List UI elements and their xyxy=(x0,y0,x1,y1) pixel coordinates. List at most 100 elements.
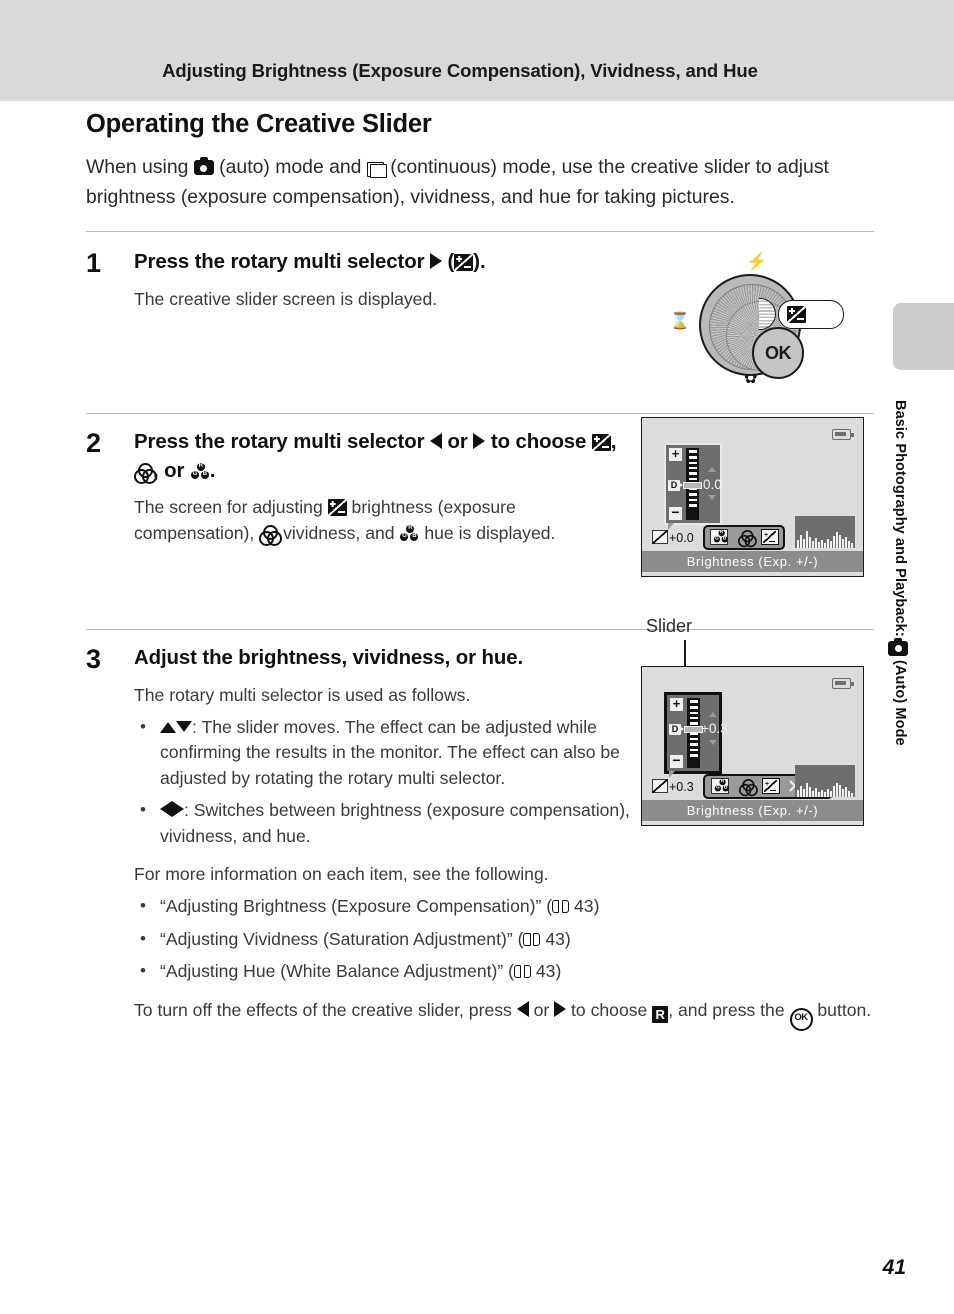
slider-minus-label: − xyxy=(669,505,682,520)
turn-off-text-4: , and press the xyxy=(668,999,790,1020)
exposure-compensation-icon xyxy=(327,499,347,516)
step-2-number: 2 xyxy=(86,428,102,458)
slider-ticks xyxy=(689,700,698,766)
step-2-heading-text-2: or xyxy=(441,431,474,453)
vividness-icon xyxy=(134,462,157,484)
slider-track xyxy=(687,698,700,768)
camera-auto-icon xyxy=(888,637,908,656)
slider-minus-label: − xyxy=(670,753,683,768)
intro-text-1: When using xyxy=(86,156,194,178)
hue-glyph: RGB xyxy=(713,530,728,543)
step-1-body: Press the rotary multi selector (). The … xyxy=(134,248,634,312)
slider-down-arrow-icon xyxy=(708,495,716,500)
turn-off-text-3: to choose xyxy=(566,999,653,1020)
step-3-heading: Adjust the brightness, vividness, or hue… xyxy=(134,647,524,669)
step-1-number: 1 xyxy=(86,248,102,278)
step-1-heading-text-1: Press the rotary multi selector xyxy=(134,251,430,273)
slider-plus-label: + xyxy=(670,697,683,711)
creative-slider-widget[interactable]: + − D +0.3 xyxy=(664,692,728,778)
step-3-description: The rotary multi selector is used as fol… xyxy=(134,684,471,705)
page-number: 41 xyxy=(882,1256,906,1279)
turn-off-text-2: or xyxy=(528,999,555,1020)
chapter-label-before: Basic Photography and Playback: xyxy=(892,400,908,641)
hue-icon: RGB xyxy=(400,525,419,541)
creative-slider-screen-step3: + − D +0.3 +0.3 RGB + R Brightness xyxy=(641,666,864,826)
exposure-compensation-icon xyxy=(591,434,611,451)
step-2-heading: Press the rotary multi selector or to ch… xyxy=(134,428,634,485)
hue-icon[interactable]: RGB xyxy=(709,529,728,546)
step-1-heading-text-3: ). xyxy=(473,251,486,273)
flash-icon: ⚡ xyxy=(746,252,768,271)
turn-off-text-5: button. xyxy=(812,999,872,1020)
step-1-description: The creative slider screen is displayed. xyxy=(134,288,438,309)
turn-off-text-1: To turn off the effects of the creative … xyxy=(134,999,517,1020)
ev-readout-value: +0.0 xyxy=(669,531,694,545)
reference-text: “Adjusting Hue (White Balance Adjustment… xyxy=(160,961,514,981)
lcd-caption: Brightness (Exp. +/-) xyxy=(642,800,863,821)
step-2-heading-text-4: , xyxy=(610,431,617,453)
book-icon xyxy=(513,965,531,979)
triangle-left-icon xyxy=(160,801,172,817)
vividness-icon xyxy=(259,525,283,546)
triangle-right-icon xyxy=(429,253,442,269)
vividness-icon[interactable] xyxy=(736,778,759,796)
exposure-compensation-icon-selected[interactable]: + xyxy=(761,778,780,795)
reference-item: “Adjusting Brightness (Exposure Compensa… xyxy=(134,893,634,920)
ev-readout-value: +0.3 xyxy=(669,780,694,794)
vividness-glyph xyxy=(739,778,759,796)
chapter-label-after: (Auto) Mode xyxy=(892,655,908,746)
camera-auto-icon xyxy=(193,157,214,175)
reference-close: ) xyxy=(564,928,571,949)
step-3-bullet-leftright-text: : Switches between brightness (exposure … xyxy=(160,800,630,846)
step-3-bullet-leftright: : Switches between brightness (exposure … xyxy=(134,797,634,849)
histogram xyxy=(795,765,855,797)
step-3-bullet-updown-text: : The slider moves. The effect can be ad… xyxy=(160,716,620,788)
triangle-right-icon xyxy=(172,801,184,817)
slider-thumb[interactable] xyxy=(683,482,702,489)
step-3-body: Adjust the brightness, vividness, or hue… xyxy=(134,644,871,1031)
creative-slider-widget[interactable]: + − D 0.0 xyxy=(664,443,722,530)
ok-button[interactable]: OK xyxy=(752,327,804,379)
book-icon xyxy=(523,932,541,947)
slider-up-arrow-icon xyxy=(709,712,717,717)
exposure-compensation-callout xyxy=(778,300,844,329)
battery-icon xyxy=(832,429,854,440)
continuous-shooting-icon xyxy=(366,160,387,178)
exposure-compensation-icon-selected[interactable]: + xyxy=(760,529,779,546)
exposure-compensation-icon xyxy=(787,306,806,323)
ev-readout: +0.0 xyxy=(652,530,694,545)
vividness-icon[interactable] xyxy=(735,529,758,547)
slider-down-arrow-icon xyxy=(709,740,717,745)
turn-off-paragraph: To turn off the effects of the creative … xyxy=(134,997,879,1031)
step-2-body: Press the rotary multi selector or to ch… xyxy=(134,428,634,546)
lcd-selected-group[interactable]: RGB + xyxy=(703,525,786,550)
slider-value: +0.3 xyxy=(701,721,728,736)
reset-r-icon: R xyxy=(652,1005,669,1023)
chapter-tab xyxy=(893,303,954,370)
ev-minus xyxy=(769,540,776,543)
book-icon xyxy=(552,900,570,914)
section-title: Operating the Creative Slider xyxy=(86,110,432,138)
ev-plus: + xyxy=(764,531,769,539)
slider-value: 0.0 xyxy=(703,477,722,492)
slider-callout-label: Slider xyxy=(646,616,693,636)
hue-icon: RGB xyxy=(190,462,209,479)
triangle-right-icon xyxy=(473,433,486,449)
step-2-heading-text-3: to choose xyxy=(485,431,592,453)
running-header-title: Adjusting Brightness (Exposure Compensat… xyxy=(162,60,758,81)
step-2-desc-text-3: vividness, and xyxy=(278,523,400,543)
creative-slider-screen-step2: + − D 0.0 +0.0 RGB + R B xyxy=(641,417,864,577)
hue-glyph: RGB xyxy=(714,779,729,792)
exposure-compensation-icon xyxy=(652,530,668,544)
exposure-compensation-icon xyxy=(652,779,668,793)
battery-icon xyxy=(832,678,854,689)
reference-text: “Adjusting Vividness (Saturation Adjustm… xyxy=(160,928,524,949)
reference-list: “Adjusting Brightness (Exposure Compensa… xyxy=(134,893,634,985)
page-header-band xyxy=(0,0,954,101)
step-2-description: The screen for adjusting brightness (exp… xyxy=(134,494,634,546)
reference-close: ) xyxy=(555,961,562,981)
more-info-line: For more information on each item, see t… xyxy=(134,864,549,884)
step-2-heading-text-5: , or xyxy=(153,459,190,482)
hue-icon[interactable]: RGB xyxy=(710,778,729,795)
vividness-glyph xyxy=(738,529,758,547)
